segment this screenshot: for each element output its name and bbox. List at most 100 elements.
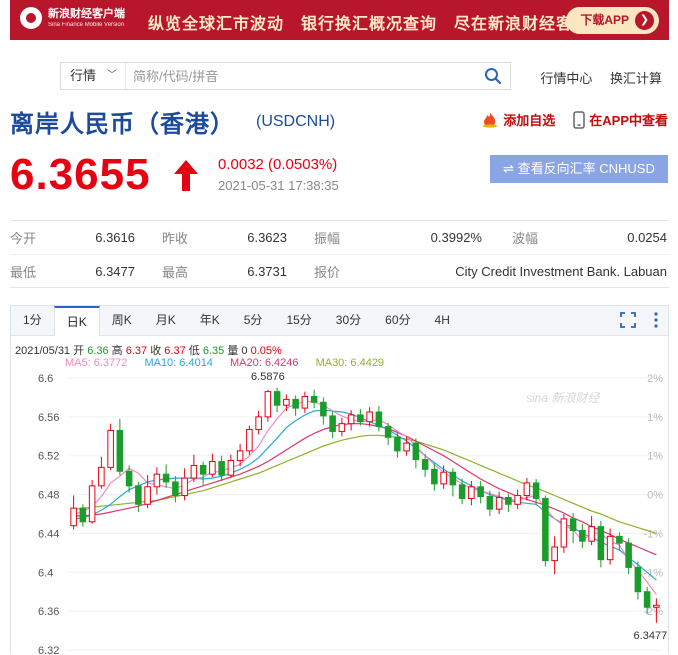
stat-value-low: 6.3477	[95, 263, 135, 279]
search-icon[interactable]	[484, 67, 502, 85]
page-title: 离岸人民币（香港）	[10, 111, 235, 138]
candle-body	[375, 411, 383, 428]
candle-body	[246, 428, 253, 452]
candle-body	[468, 486, 475, 499]
candle-body	[125, 470, 133, 487]
chevron-right-icon: ❯	[635, 11, 654, 30]
stat-label-open: 今开	[10, 231, 37, 246]
stat-value-high: 6.3731	[247, 263, 287, 279]
candle-body	[440, 471, 447, 485]
right-tick-label: 2%	[647, 373, 663, 385]
stat-value-quote-source: City Credit Investment Bank. Labuan	[455, 263, 667, 279]
candle-body	[532, 482, 540, 499]
add-watchlist-label: 添加自选	[503, 113, 556, 128]
candle-body	[135, 485, 142, 505]
candle-body	[255, 416, 262, 430]
right-tick-label: 1%	[647, 412, 663, 424]
chevron-down-icon: ﹀	[107, 70, 117, 81]
candle-body	[579, 530, 586, 542]
candle-body	[79, 507, 87, 523]
candle-body	[236, 450, 244, 462]
candle-body	[523, 482, 531, 497]
tab-weekly-k[interactable]: 周K	[100, 306, 144, 335]
tab-30min[interactable]: 30分	[324, 306, 373, 335]
candle-body	[107, 429, 114, 468]
candle-body	[88, 485, 96, 523]
candle-body	[181, 477, 188, 497]
logo-subtext: Sina Finance Mobile Version	[48, 21, 125, 28]
sina-eye-icon	[20, 7, 42, 29]
tab-daily-k[interactable]: 日K	[53, 306, 100, 336]
kline-close: 6.37	[164, 345, 186, 357]
candle-body	[588, 526, 595, 542]
kline-low-label: 低	[188, 345, 200, 357]
y-tick-label: 6.6	[38, 373, 53, 385]
search-bar: 行情 ﹀	[60, 62, 511, 90]
kline-vol-label: 量	[227, 345, 239, 357]
search-category-label: 行情	[70, 68, 97, 83]
candle-body	[634, 566, 642, 593]
kline-vol: 0	[241, 345, 248, 357]
search-input[interactable]	[133, 65, 463, 87]
quote-timestamp: 2021-05-31 17:38:35	[218, 178, 339, 193]
candle-body	[384, 426, 392, 438]
max-price-label: 6.5876	[251, 371, 285, 383]
price-change: 0.0032 (0.0503%)	[218, 156, 338, 173]
chart-tools	[602, 312, 658, 328]
ma5-line	[73, 400, 657, 595]
candle-body	[560, 518, 568, 548]
kline-panel: 1分 日K 周K 月K 年K 5分 15分 30分 60分 4H 2021/05…	[10, 305, 669, 655]
candle-body	[403, 442, 410, 452]
tab-4h[interactable]: 4H	[423, 306, 462, 335]
y-tick-label: 6.4	[38, 567, 53, 579]
fullscreen-icon[interactable]	[620, 312, 636, 328]
candle-body	[218, 461, 225, 476]
candle-body	[625, 542, 632, 568]
symbol-code: (USDCNH)	[256, 113, 336, 130]
tab-yearly-k[interactable]: 年K	[188, 306, 232, 335]
stat-value-open: 6.3616	[95, 230, 135, 245]
candle-body	[310, 395, 318, 403]
tab-15min[interactable]: 15分	[274, 306, 323, 335]
candle-body	[514, 495, 521, 505]
market-center-link[interactable]: 行情中心	[540, 71, 592, 86]
banner-slogan: 纵览全球汇市波动 银行换汇概况查询 尽在新浪财经客户端	[148, 16, 608, 33]
tab-1min[interactable]: 1分	[11, 306, 54, 335]
tab-monthly-k[interactable]: 月K	[144, 306, 188, 335]
ma20-line	[73, 423, 657, 556]
header-actions: 添加自选 在APP中查看	[463, 110, 668, 129]
download-app-button[interactable]: 下载APP ❯	[566, 7, 659, 34]
candle-body	[458, 484, 466, 499]
candle-body	[347, 414, 355, 425]
y-tick-label: 6.56	[38, 412, 59, 424]
candle-body	[653, 604, 660, 608]
candle-body	[144, 486, 151, 505]
more-vertical-icon[interactable]	[654, 312, 658, 328]
candle-body	[98, 466, 105, 487]
candle-body	[172, 481, 179, 497]
candle-body	[643, 591, 651, 608]
right-tick-label: -2%	[643, 606, 663, 618]
candle-body	[209, 461, 216, 475]
view-in-app-button[interactable]: 在APP中查看	[573, 110, 668, 129]
tab-60min[interactable]: 60分	[373, 306, 422, 335]
kline-pct: 0.05%	[250, 345, 282, 357]
reverse-rate-button[interactable]: ⇌ 查看反向汇率 CNHUSD	[490, 155, 668, 183]
candle-body	[190, 464, 198, 479]
add-watchlist-button[interactable]: 添加自选	[481, 110, 555, 129]
kline-close-label: 收	[150, 345, 162, 357]
right-tick-label: 0%	[647, 490, 663, 502]
candle-body	[606, 535, 614, 561]
fx-calculator-link[interactable]: 换汇计算	[610, 71, 662, 86]
candle-body	[551, 546, 558, 562]
app-download-banner[interactable]: 新浪财经客户端 Sina Finance Mobile Version 纵览全球…	[10, 0, 669, 40]
kline-chart[interactable]: 6.66.566.526.486.446.46.366.322%1%1%0%-1…	[11, 370, 668, 655]
watermark-text: sina 新浪财经	[526, 391, 601, 405]
flame-icon	[483, 112, 498, 128]
search-category-select[interactable]: 行情 ﹀	[61, 63, 126, 89]
stat-value-range: 0.0254	[627, 230, 667, 245]
stat-label-amplitude: 振幅	[314, 231, 341, 246]
candle-body	[338, 423, 346, 432]
candle-body	[264, 391, 272, 418]
tab-5min[interactable]: 5分	[232, 306, 275, 335]
